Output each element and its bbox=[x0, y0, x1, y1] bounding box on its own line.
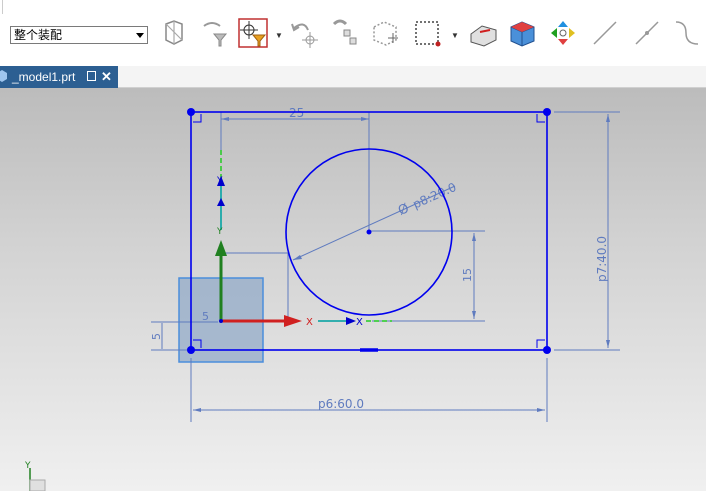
selection-scope-icon[interactable] bbox=[238, 18, 268, 48]
graphics-window[interactable]: 25 p6:60.0 p7:40.0 15 5 5 Ø p8:20.0 Y Y … bbox=[0, 88, 706, 491]
main-toolbar: 整个装配 ▼ ▼ bbox=[0, 0, 706, 66]
svg-text:Y: Y bbox=[216, 227, 223, 237]
svg-text:Y: Y bbox=[24, 461, 31, 471]
rectangle-select-icon[interactable] bbox=[412, 18, 442, 48]
svg-text:X: X bbox=[306, 317, 313, 328]
solid-view-icon[interactable] bbox=[507, 18, 537, 48]
dim-circle-vertical[interactable]: 15 bbox=[461, 268, 474, 282]
dim-height[interactable]: p7:40.0 bbox=[595, 236, 609, 282]
assembly-scope-value: 整个装配 bbox=[14, 28, 63, 42]
tab-model1[interactable]: _model1.prt ✕ bbox=[0, 66, 118, 88]
assembly-scope-select[interactable]: 整个装配 bbox=[10, 26, 148, 44]
dim-origin-small[interactable]: 5 bbox=[202, 310, 209, 323]
wcs-triad-icon: Y bbox=[24, 461, 46, 491]
circle-center-point[interactable] bbox=[366, 229, 372, 235]
sketch-view[interactable]: 25 p6:60.0 p7:40.0 15 5 5 Ø p8:20.0 Y Y … bbox=[0, 88, 706, 491]
svg-text:Y: Y bbox=[216, 176, 223, 186]
edit-icon[interactable] bbox=[87, 71, 96, 81]
chevron-down-icon[interactable] bbox=[136, 33, 144, 38]
edge-tool-icon[interactable] bbox=[468, 18, 498, 48]
navigator-icon[interactable] bbox=[548, 18, 578, 48]
view-section-icon[interactable] bbox=[160, 18, 190, 48]
dim-diameter-label: p8:20.0 bbox=[411, 180, 459, 212]
svg-text:X: X bbox=[356, 317, 363, 328]
diameter-symbol: Ø bbox=[396, 201, 411, 219]
undo-icon[interactable] bbox=[288, 18, 318, 48]
line-point-icon[interactable] bbox=[632, 18, 662, 48]
chevron-down-icon[interactable]: ▼ bbox=[275, 31, 283, 40]
dim-width[interactable]: p6:60.0 bbox=[318, 397, 364, 411]
close-icon[interactable]: ✕ bbox=[101, 66, 112, 88]
component-icon[interactable] bbox=[370, 18, 400, 48]
part-file-icon bbox=[0, 70, 7, 82]
dim-top-offset[interactable]: 25 bbox=[289, 106, 304, 120]
filter-icon[interactable] bbox=[200, 18, 230, 48]
curve-tool-icon[interactable] bbox=[672, 18, 702, 48]
toolbar-separator bbox=[2, 0, 3, 14]
tab-title: _model1.prt bbox=[12, 70, 76, 84]
line-tool-icon[interactable] bbox=[590, 18, 620, 48]
dim-left-small[interactable]: 5 bbox=[150, 333, 163, 340]
snap-point-icon[interactable] bbox=[330, 18, 360, 48]
document-tab-bar: _model1.prt ✕ bbox=[0, 66, 706, 88]
chevron-down-icon[interactable]: ▼ bbox=[451, 31, 459, 40]
